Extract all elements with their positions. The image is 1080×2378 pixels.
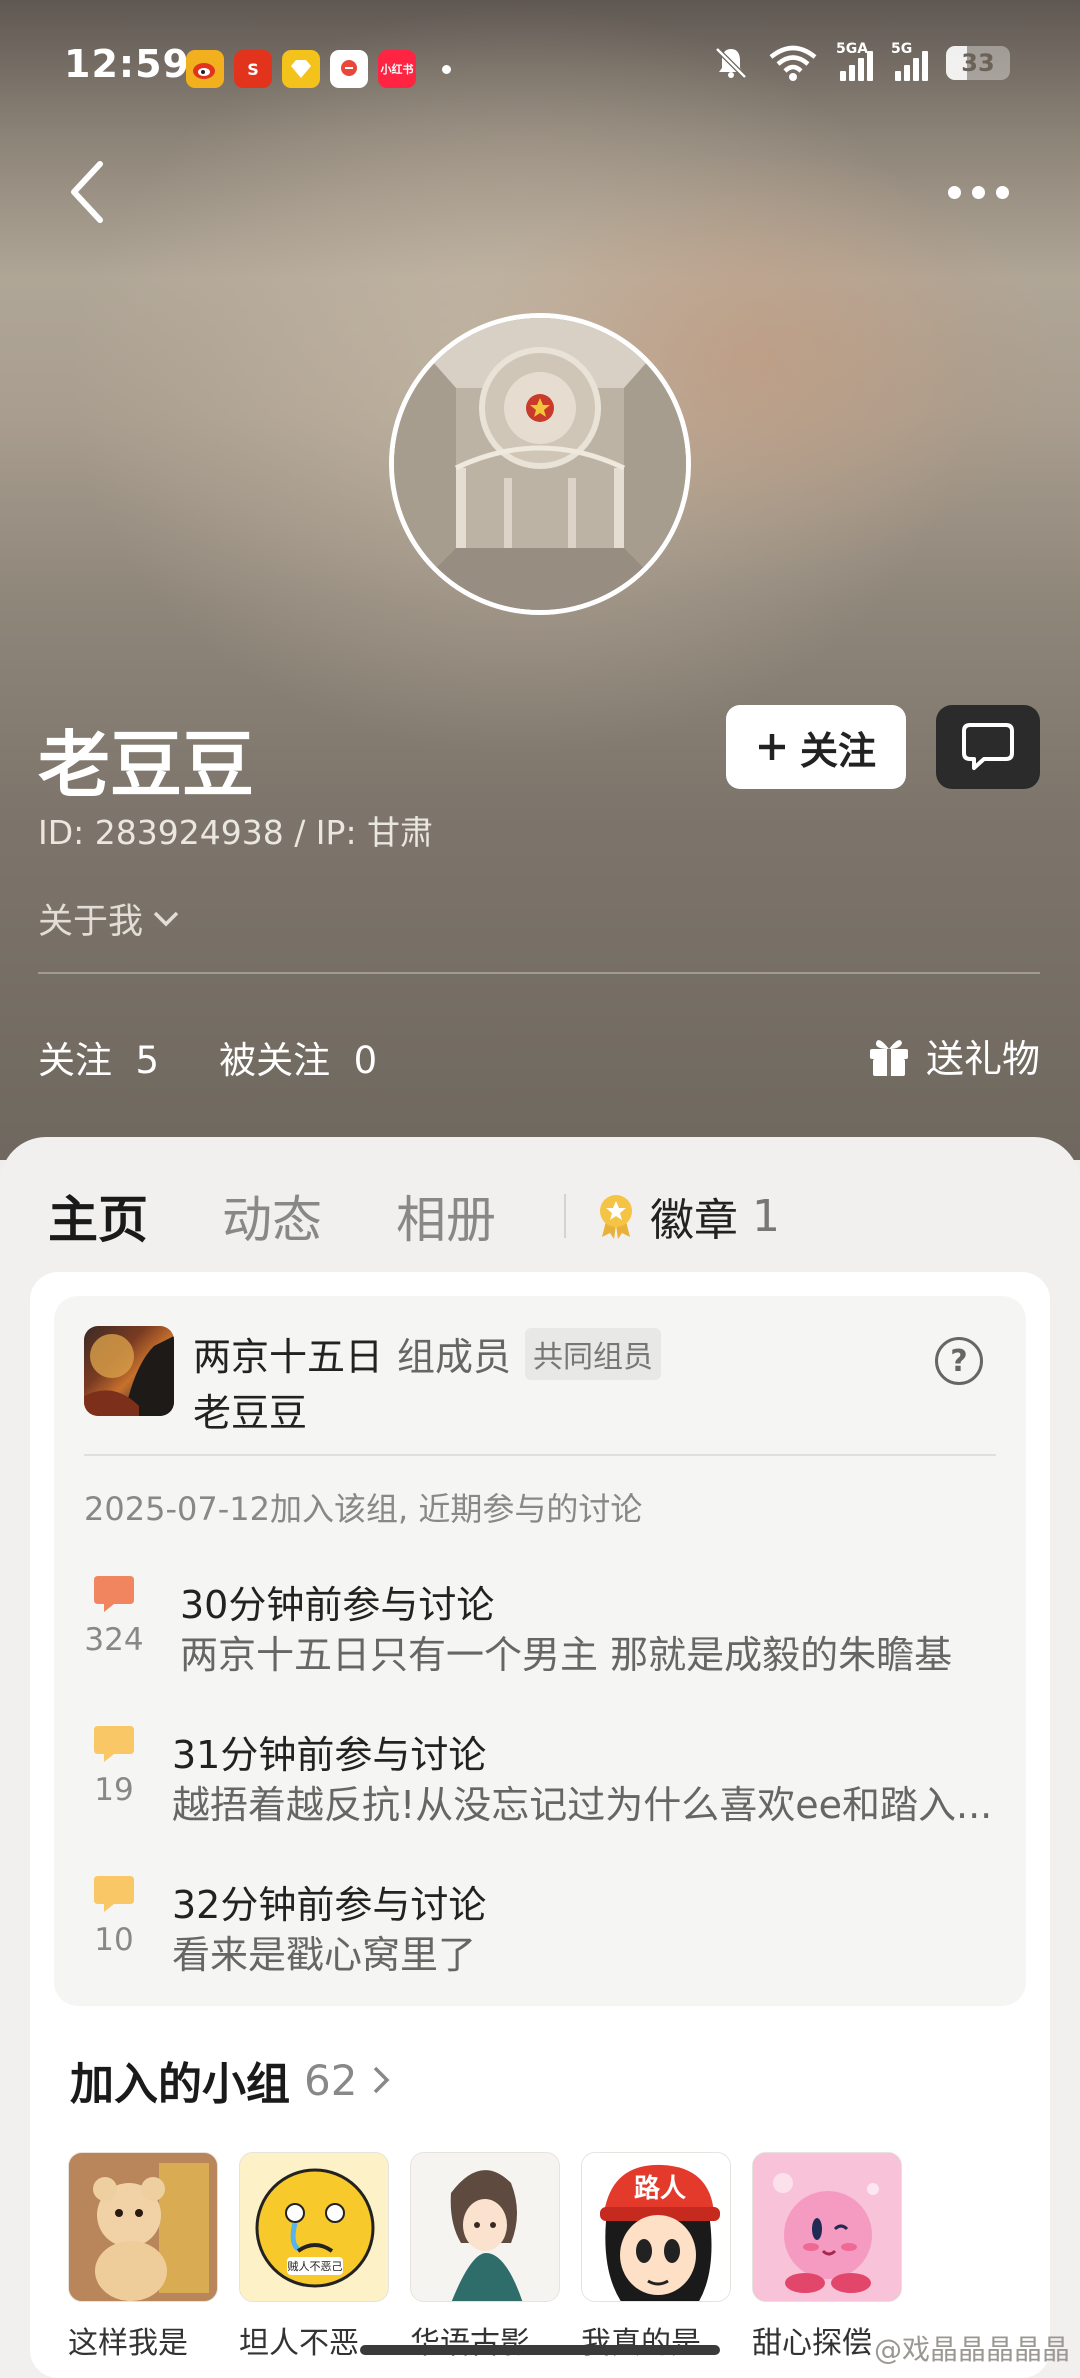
comment-icon xyxy=(94,1876,134,1912)
red-circle-app-icon xyxy=(330,50,368,88)
medal-icon xyxy=(600,1195,632,1239)
notification-icons: S 小红书 xyxy=(186,50,451,88)
group-thumbnail[interactable] xyxy=(84,1326,174,1416)
discussion-item[interactable]: 10 32分钟前参与讨论 看来是戳心窝里了 xyxy=(84,1874,1004,1977)
card-divider xyxy=(84,1454,996,1456)
weibo-icon xyxy=(186,50,224,88)
xiaohongshu-icon: 小红书 xyxy=(378,50,416,88)
ancient-costume-character-image xyxy=(411,2153,559,2301)
more-dot-icon xyxy=(948,185,961,199)
more-notifications-dot xyxy=(442,64,451,74)
following-stat[interactable]: 关注 5 xyxy=(38,1030,159,1084)
joined-groups-list: 贼人不恶己 路人 xyxy=(68,2152,902,2302)
tab-separator xyxy=(564,1194,566,1238)
more-button[interactable] xyxy=(948,178,1018,206)
message-button[interactable] xyxy=(936,705,1040,789)
signal-5g-icon: 5G xyxy=(891,41,928,81)
plus-icon xyxy=(758,734,785,760)
chevron-down-icon xyxy=(153,911,179,926)
comment-icon xyxy=(94,1726,134,1762)
tab-badges[interactable]: 徽章 1 xyxy=(596,1184,780,1248)
group-thumbnail[interactable] xyxy=(68,2152,218,2302)
group-label: 我真的是 xyxy=(581,2326,701,2361)
battery-icon: 33 xyxy=(946,46,1010,80)
group-thumbnail[interactable]: 路人 xyxy=(581,2152,731,2302)
joined-groups-count: 62 xyxy=(304,2055,358,2105)
joined-info: 2025-07-12加入该组, 近期参与的讨论 xyxy=(84,1490,643,1528)
group-thumbnail[interactable]: 贼人不恶己 xyxy=(239,2152,389,2302)
chat-bubble-icon xyxy=(962,723,1014,770)
tab-album[interactable]: 相册 xyxy=(396,1180,496,1252)
discussion-item[interactable]: 324 30分钟前参与讨论 两京十五日只有一个男主 那就是成毅的朱瞻基 xyxy=(84,1574,1004,1677)
discussion-item[interactable]: 19 31分钟前参与讨论 越捂着越反抗!从没忘记过为什么喜欢ee和踏入... xyxy=(84,1724,1004,1827)
group-role: 组成员 xyxy=(397,1335,512,1379)
passerby-cap-character-image: 路人 xyxy=(582,2153,730,2301)
member-name: 老豆豆 xyxy=(193,1391,308,1435)
follow-button[interactable]: 关注 xyxy=(726,705,906,789)
about-me-label: 关于我 xyxy=(38,902,144,942)
group-title-row: 两京十五日 组成员 共同组员 xyxy=(193,1326,662,1381)
watermark: @戏晶晶晶晶晶 xyxy=(873,2333,1070,2366)
diamond-app-icon xyxy=(282,50,320,88)
avatar[interactable] xyxy=(389,313,691,615)
comment-icon xyxy=(94,1576,134,1612)
group-thumbnail[interactable] xyxy=(752,2152,902,2302)
svg-text:路人: 路人 xyxy=(634,2173,686,2204)
send-gift-button[interactable]: 送礼物 xyxy=(866,1028,1040,1083)
group-label: 坦人不恶 xyxy=(239,2326,359,2361)
group-label: 这样我是 xyxy=(68,2326,188,2361)
svg-text:贼人不恶己: 贼人不恶己 xyxy=(288,2259,343,2273)
joined-groups-labels: 这样我是 坦人不恶 华语古影 我真的是 甜心探偿 xyxy=(68,2318,902,2362)
follow-label: 关注 xyxy=(799,728,876,773)
about-me-toggle[interactable]: 关于我 xyxy=(38,893,181,944)
tab-activity[interactable]: 动态 xyxy=(222,1180,322,1252)
joined-groups-title: 加入的小组 xyxy=(70,2059,290,2110)
profile-name: 老豆豆 xyxy=(38,723,255,807)
tab-home[interactable]: 主页 xyxy=(48,1180,148,1294)
chevron-right-icon xyxy=(374,2066,390,2094)
app-s-icon: S xyxy=(234,50,272,88)
help-icon[interactable]: ? xyxy=(935,1337,983,1385)
followers-stat[interactable]: 被关注 0 xyxy=(219,1030,377,1084)
back-button[interactable] xyxy=(60,156,120,228)
follow-stats: 关注 5 被关注 0 xyxy=(38,1030,377,1084)
status-bar: 12:59 S 小红书 5GA 5G 33 xyxy=(0,0,1080,140)
signal-5ga-icon: 5GA xyxy=(836,41,873,81)
pink-kirby-image xyxy=(753,2153,901,2301)
status-time: 12:59 xyxy=(64,42,190,86)
wifi-icon xyxy=(769,45,817,81)
gift-icon xyxy=(869,1039,908,1076)
profile-id-ip: ID: 283924938 / IP: 甘肃 xyxy=(38,813,434,852)
send-gift-label: 送礼物 xyxy=(925,1037,1040,1081)
more-dot-icon xyxy=(996,185,1009,199)
chevron-left-icon xyxy=(71,161,103,223)
mutual-member-chip: 共同组员 xyxy=(525,1327,662,1380)
joined-groups-header[interactable]: 加入的小组 62 xyxy=(70,2048,391,2112)
group-label: 华语古影 xyxy=(410,2326,530,2361)
group-thumbnail[interactable] xyxy=(410,2152,560,2302)
more-dot-icon xyxy=(972,185,985,199)
ceiling-photo xyxy=(394,318,686,610)
home-indicator[interactable] xyxy=(360,2345,720,2355)
bear-doll-image xyxy=(69,2153,217,2301)
mute-bell-icon xyxy=(715,47,747,79)
crying-emoji-image: 贼人不恶己 xyxy=(240,2153,388,2301)
group-cover-image xyxy=(84,1334,174,1416)
profile-tabs: 主页 动态 相册 徽章 1 xyxy=(48,1180,780,1294)
status-right: 5GA 5G 33 xyxy=(712,41,1010,82)
group-name[interactable]: 两京十五日 xyxy=(193,1326,383,1381)
profile-divider xyxy=(38,972,1040,974)
